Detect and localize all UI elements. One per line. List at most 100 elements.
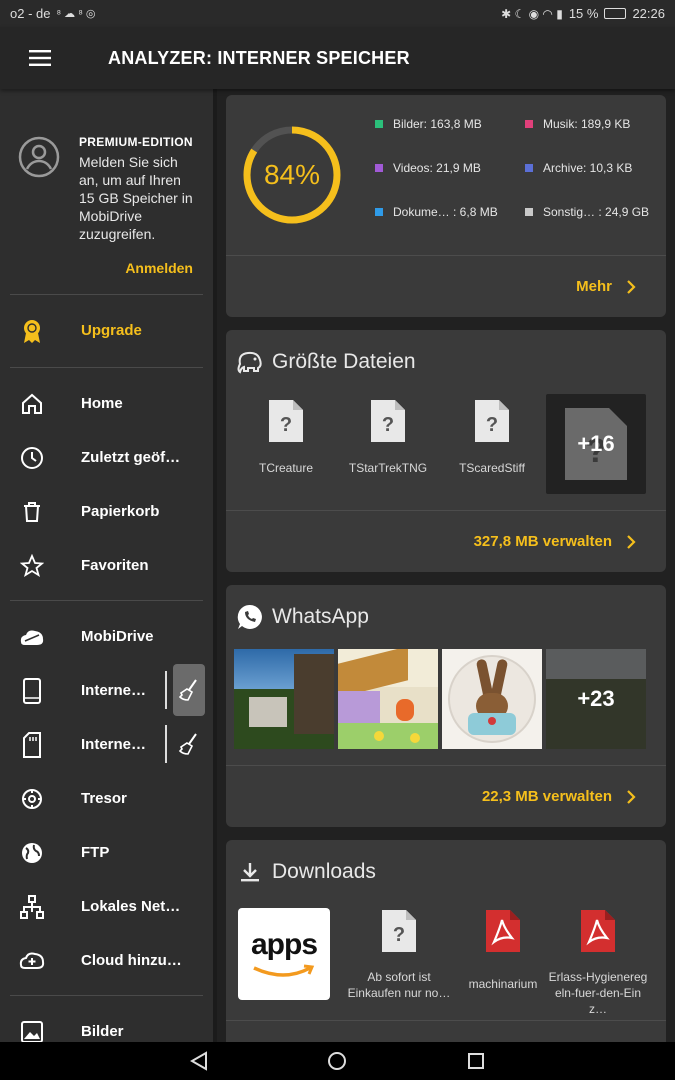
media-thumbnail[interactable] xyxy=(442,649,542,749)
manage-whatsapp-button[interactable]: 22,3 MB verwalten xyxy=(226,765,666,827)
home-circle-icon[interactable] xyxy=(327,1051,347,1071)
card-title-text: Downloads xyxy=(272,860,376,883)
card-title-text: WhatsApp xyxy=(272,605,369,628)
system-icons: ✱ ☾ ◉ ◠ ▮ xyxy=(501,6,563,21)
navigation-drawer: PREMIUM-EDITION Melden Sie sich an, um a… xyxy=(0,89,213,1042)
sidebar-item-label: FTP xyxy=(81,843,110,861)
legend-swatch xyxy=(525,164,533,172)
whatsapp-card: WhatsApp +23 22,3 MB verwalten xyxy=(226,585,666,827)
premium-badge-icon xyxy=(19,318,45,344)
carrier-text: o2 - de xyxy=(10,6,51,21)
sidebar-item-add-cloud[interactable]: Cloud hinzu… xyxy=(0,933,213,987)
sidebar-item-mobidrive[interactable]: MobiDrive xyxy=(0,609,213,663)
hamburger-menu-button[interactable] xyxy=(0,27,80,89)
scene-shape xyxy=(338,691,380,727)
amazon-smile-icon xyxy=(253,964,315,977)
broom-icon xyxy=(178,679,197,701)
sidebar-item-label: Home xyxy=(81,394,123,412)
sidebar-item-trash[interactable]: Papierkorb xyxy=(0,484,213,538)
cloud-icon xyxy=(19,624,45,650)
legend-item: Videos: 21,9 MB xyxy=(375,161,481,175)
more-button[interactable]: Mehr xyxy=(226,255,666,317)
card-title: Größte Dateien xyxy=(236,348,416,376)
more-label: Mehr xyxy=(576,278,612,295)
largest-files-card: Größte Dateien ? TCreature ? TStarTrekTN… xyxy=(226,330,666,572)
scene-shape xyxy=(410,733,420,743)
scene-shape xyxy=(338,723,438,749)
trash-icon xyxy=(19,499,45,525)
media-thumbnail[interactable] xyxy=(338,649,438,749)
sidebar-item-internal-storage[interactable]: Interne… xyxy=(0,663,213,717)
vault-icon xyxy=(19,786,45,812)
file-item[interactable]: ? TStarTrekTNG xyxy=(338,398,438,475)
scene-shape xyxy=(249,697,287,727)
globe-icon xyxy=(19,840,45,866)
sidebar-item-sd-card[interactable]: Interne… xyxy=(0,717,213,771)
sidebar-item-pictures[interactable]: Bilder xyxy=(0,1004,213,1042)
sidebar-item-label: Upgrade xyxy=(81,321,142,339)
chevron-right-icon xyxy=(627,534,636,549)
system-navigation-bar xyxy=(0,1042,675,1080)
sidebar-item-ftp[interactable]: FTP xyxy=(0,825,213,879)
cloud-add-icon xyxy=(19,948,45,974)
storage-percent: 84% xyxy=(263,159,321,190)
page-title: ANALYZER: INTERNER SPEICHER xyxy=(108,47,410,68)
file-item[interactable]: machinarium xyxy=(454,908,552,991)
elephant-icon xyxy=(236,348,264,376)
apps-logo-text: apps xyxy=(250,928,318,961)
login-link[interactable]: Anmelden xyxy=(125,260,193,276)
sidebar-item-favorites[interactable]: Favoriten xyxy=(0,538,213,592)
legend-swatch xyxy=(375,164,383,172)
sidebar-item-label: Zuletzt geöf… xyxy=(81,448,181,466)
file-name: machinarium xyxy=(468,977,538,991)
app-bar: ANALYZER: INTERNER SPEICHER xyxy=(0,27,675,89)
star-icon xyxy=(19,553,45,579)
file-item[interactable]: Erlass-Hygieneregeln-fuer-den-Einz… xyxy=(546,908,650,1017)
sidebar-item-recent[interactable]: Zuletzt geöf… xyxy=(0,430,213,484)
sidebar-item-upgrade[interactable]: Upgrade xyxy=(0,303,213,357)
sidebar-item-label: Lokales Net… xyxy=(81,897,181,915)
legend-swatch xyxy=(375,208,383,216)
card-title: Downloads xyxy=(236,858,376,886)
sidebar-item-vault[interactable]: Tresor xyxy=(0,771,213,825)
legend-label: Sonstig… : 24,9 GB xyxy=(543,205,650,219)
download-icon xyxy=(236,858,264,886)
clean-button[interactable] xyxy=(173,718,205,770)
more-media-tile[interactable]: +23 xyxy=(546,649,646,749)
manage-largest-button[interactable]: 327,8 MB verwalten xyxy=(226,510,666,572)
clock-icon xyxy=(19,445,45,471)
svg-text:?: ? xyxy=(280,414,292,436)
file-item[interactable]: ? TScaredStiff xyxy=(442,398,542,475)
sidebar-item-label: Cloud hinzu… xyxy=(81,951,182,969)
battery-icon xyxy=(604,8,627,19)
legend-label: Archive: 10,3 KB xyxy=(543,161,633,175)
account-icon xyxy=(18,136,60,178)
more-files-tile[interactable]: ? +16 xyxy=(546,394,646,494)
premium-description: Melden Sie sich an, um auf Ihren 15 GB S… xyxy=(79,154,193,242)
broom-icon xyxy=(178,733,197,755)
back-icon[interactable] xyxy=(189,1051,208,1071)
legend-label: Dokume… : 6,8 MB xyxy=(393,205,498,219)
file-item[interactable]: ? TCreature xyxy=(236,398,336,475)
notification-icons: ⁸ ☁ ⁸ ◎ xyxy=(56,8,96,20)
clean-button[interactable] xyxy=(173,664,205,716)
app-file-tile[interactable]: apps xyxy=(238,908,330,1000)
divider xyxy=(10,294,203,295)
storage-overview-card: 84% Bilder: 163,8 MB Musik: 189,9 KB Vid… xyxy=(226,95,666,317)
sidebar-item-local-network[interactable]: Lokales Net… xyxy=(0,879,213,933)
pdf-icon xyxy=(581,910,615,952)
sidebar-item-home[interactable]: Home xyxy=(0,376,213,430)
file-item[interactable]: ? Ab sofort ist Einkaufen nur no… xyxy=(344,908,454,1001)
legend-swatch xyxy=(375,120,383,128)
file-name: Erlass-Hygieneregeln-fuer-den-Einz… xyxy=(548,970,648,1016)
legend-label: Musik: 189,9 KB xyxy=(543,117,631,131)
file-name: TCreature xyxy=(258,461,314,475)
sidebar-item-label: Interne… xyxy=(81,735,147,753)
chevron-right-icon xyxy=(627,789,636,804)
scene-shape xyxy=(396,699,414,721)
divider xyxy=(226,1020,666,1021)
media-thumbnail[interactable] xyxy=(234,649,334,749)
recents-icon[interactable] xyxy=(467,1052,485,1070)
svg-text:?: ? xyxy=(382,414,394,436)
legend-label: Videos: 21,9 MB xyxy=(393,161,481,175)
